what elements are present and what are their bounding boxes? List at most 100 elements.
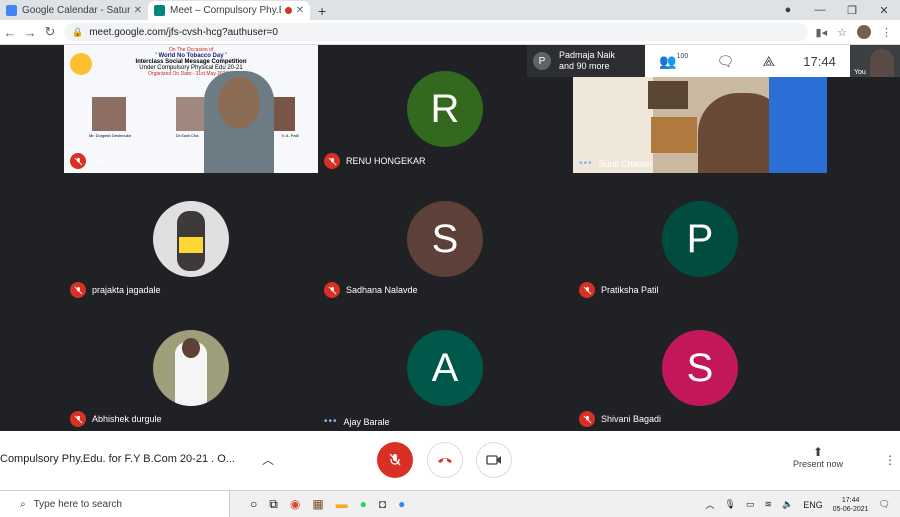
photo-face [182, 338, 200, 358]
present-screen-icon: ⬆ [812, 445, 824, 459]
new-tab-button[interactable]: + [318, 1, 326, 20]
meet-stage: On The Occasion of ' World No Tobacco Da… [0, 45, 900, 431]
chrome-icon[interactable]: ◉ [290, 497, 300, 511]
guest-name-3: V. A. Patil [281, 133, 299, 138]
cortana-icon[interactable]: ○ [250, 497, 257, 511]
participant-avatar: S [407, 201, 483, 277]
mic-off-icon [579, 411, 595, 427]
tray-chevron-icon[interactable]: ︿ [706, 498, 715, 511]
activities-icon[interactable]: ⟁ [763, 53, 776, 70]
whatsapp-icon[interactable]: ● [360, 497, 367, 511]
forward-icon[interactable]: → [20, 25, 40, 40]
guest-name-1: Mr. Durgesh Deshmukh [88, 133, 131, 138]
avatar-initial: A [431, 345, 459, 390]
chevron-up-icon[interactable]: ︿ [262, 451, 274, 468]
wifi-icon[interactable]: ≋ [764, 499, 772, 510]
participant-nameplate: You [70, 153, 107, 169]
tab-meet[interactable]: Meet – Compulsory Phy.Edu ✕ [148, 1, 310, 20]
video-camera-icon [486, 455, 501, 465]
leave-call-button[interactable] [427, 442, 463, 478]
participant-name: You [92, 156, 108, 166]
profile-dropdown-icon[interactable]: ● [772, 4, 804, 16]
meet-controls-bar: Compulsory Phy.Edu. for F.Y B.Com 20-21 … [0, 431, 900, 490]
avatar-initial: S [431, 216, 459, 261]
participant-name: RENU HONGEKAR [346, 156, 426, 166]
camera-permission-icon[interactable]: ▮◂ [816, 26, 828, 39]
participant-tile-pratiksha-patil[interactable]: P Pratiksha Patil [573, 173, 827, 302]
tab-google-calendar[interactable]: Google Calendar - Saturday, 5 Ju ✕ [0, 1, 148, 20]
others-line1: Padmaja Naik [559, 50, 616, 60]
windows-taskbar: ⌕ Type here to search ○ ⧉ ◉ ▦ ▬ ● ◘ ● ︿ … [0, 490, 900, 517]
guest-photo-1 [92, 97, 126, 131]
close-icon[interactable]: ✕ [134, 5, 142, 16]
taskbar-date: 05-06-2021 [832, 505, 869, 513]
system-tray: ︿ 🎙 ▭ ≋ 🔈 ENG 17:44 05-06-2021 🗨 [706, 491, 900, 517]
profile-avatar[interactable] [857, 25, 871, 39]
self-preview-tile[interactable]: You [850, 45, 900, 77]
meeting-clock: 17:44 [803, 53, 836, 69]
speaking-indicator-icon: ••• [579, 158, 593, 169]
participant-tile-prajakta-jagadale[interactable]: prajakta jagadale [64, 173, 318, 302]
close-window-icon[interactable]: ✕ [868, 4, 900, 17]
window-controls: ● — ❐ ✕ [772, 0, 900, 20]
meeting-title[interactable]: Compulsory Phy.Edu. for F.Y B.Com 20-21 … [0, 453, 235, 465]
zoom-icon[interactable]: ● [398, 497, 405, 511]
participant-name: Abhishek durgule [92, 414, 162, 424]
participant-tile-sadhana-nalavde[interactable]: S Sadhana Nalavde [318, 173, 573, 302]
taskbar-search[interactable]: ⌕ Type here to search [0, 490, 230, 517]
others-in-call[interactable]: P Padmaja Naik and 90 more [527, 45, 645, 77]
people-button[interactable]: 👥100 [659, 53, 688, 70]
close-icon[interactable]: ✕ [296, 5, 304, 16]
meet-top-panel: 👥100 🗨 ⟁ 17:44 [645, 45, 850, 77]
menu-kebab-icon[interactable]: ⋮ [881, 26, 892, 39]
participant-name: Sadhana Nalavde [346, 285, 418, 295]
back-icon[interactable]: ← [0, 25, 20, 40]
avatar-initial: R [430, 86, 460, 131]
camera-toggle-button[interactable] [476, 442, 512, 478]
minimize-icon[interactable]: — [804, 4, 836, 16]
battery-icon[interactable]: ▭ [746, 499, 755, 510]
restore-icon[interactable]: ❐ [836, 4, 868, 17]
participant-tile-sunil-chavan[interactable]: ••• Sunil Chavan [573, 77, 827, 173]
participant-nameplate: Sadhana Nalavde [324, 282, 418, 298]
participant-tile-ajay-barale[interactable]: A ••• Ajay Barale [318, 302, 573, 431]
bookmark-star-icon[interactable]: ☆ [837, 26, 847, 39]
taskbar-clock[interactable]: 17:44 05-06-2021 [833, 496, 869, 514]
hang-up-icon [438, 458, 452, 463]
mic-off-icon [579, 282, 595, 298]
participant-name: Shivani Bagadi [601, 414, 662, 424]
participant-nameplate: prajakta jagadale [70, 282, 161, 298]
participant-tile-abhishek-durgule[interactable]: Abhishek durgule [64, 302, 318, 431]
language-indicator[interactable]: ENG [803, 500, 823, 510]
more-options-icon[interactable]: ⋮ [884, 453, 896, 467]
address-bar[interactable]: 🔒 meet.google.com/jfs-cvsh-hcg?authuser=… [64, 23, 808, 41]
file-explorer-icon[interactable]: ▬ [336, 497, 348, 511]
calendar-icon [6, 5, 17, 16]
participant-tile-shivani-bagadi[interactable]: S Shivani Bagadi [573, 302, 827, 431]
present-now-label: Present now [792, 459, 844, 469]
others-line2: and 90 more [559, 61, 610, 71]
mic-tray-icon[interactable]: 🎙 [725, 499, 736, 510]
app-icon[interactable]: ▦ [312, 497, 323, 511]
mic-off-icon [324, 153, 340, 169]
present-now-button[interactable]: ⬆ Present now [790, 445, 846, 469]
mic-toggle-button[interactable] [377, 442, 413, 478]
participant-photo [153, 201, 229, 277]
search-placeholder: Type here to search [33, 498, 122, 510]
browser-toolbar: ← → ↻ 🔒 meet.google.com/jfs-cvsh-hcg?aut… [0, 20, 900, 45]
participant-nameplate: RENU HONGEKAR [324, 153, 426, 169]
self-video [870, 49, 894, 77]
task-view-icon[interactable]: ⧉ [269, 497, 278, 512]
mic-off-icon [389, 453, 401, 466]
participant-tile-you[interactable]: On The Occasion of ' World No Tobacco Da… [64, 45, 318, 173]
camera-app-icon[interactable]: ◘ [379, 497, 386, 511]
recording-indicator-icon [284, 7, 292, 14]
avatar-initial: S [686, 345, 714, 390]
participant-nameplate: Shivani Bagadi [579, 411, 661, 427]
volume-icon[interactable]: 🔈 [782, 499, 793, 510]
video-picture-frame [648, 81, 688, 109]
reload-icon[interactable]: ↻ [40, 24, 60, 40]
lock-icon[interactable]: 🔒 [72, 27, 83, 38]
chat-icon[interactable]: 🗨 [717, 53, 735, 70]
notifications-icon[interactable]: 🗨 [879, 499, 890, 510]
